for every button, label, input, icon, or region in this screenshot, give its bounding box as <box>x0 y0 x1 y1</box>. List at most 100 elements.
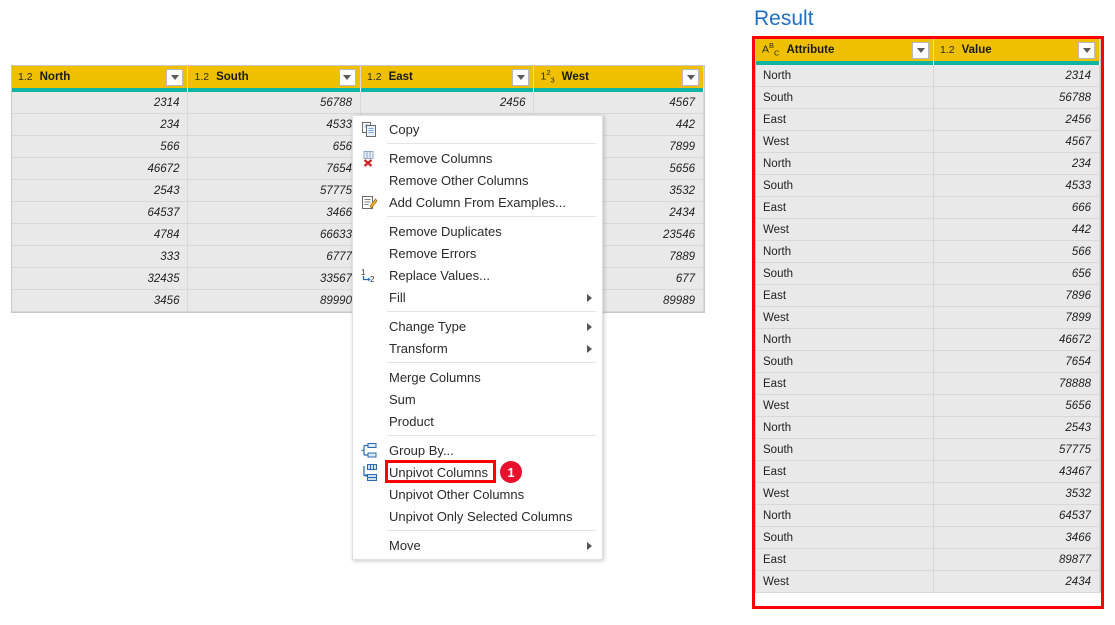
result-cell[interactable]: 656 <box>934 263 1100 284</box>
result-cell[interactable]: 2314 <box>934 65 1100 86</box>
result-table-row[interactable]: North234 <box>756 153 1100 175</box>
result-cell[interactable]: South <box>756 175 934 196</box>
menu-item-add-column-from-examples[interactable]: Add Column From Examples... <box>353 191 602 213</box>
source-cell[interactable]: 3466 <box>188 202 361 223</box>
result-table-row[interactable]: West442 <box>756 219 1100 241</box>
result-cell[interactable]: East <box>756 285 934 306</box>
result-cell[interactable]: North <box>756 417 934 438</box>
result-table-row[interactable]: East2456 <box>756 109 1100 131</box>
result-table-row[interactable]: East666 <box>756 197 1100 219</box>
result-cell[interactable]: 7654 <box>934 351 1100 372</box>
source-cell[interactable]: 4784 <box>12 224 188 245</box>
menu-item-group-by[interactable]: Group By... <box>353 439 602 461</box>
result-cell[interactable]: 3532 <box>934 483 1100 504</box>
menu-item-remove-errors[interactable]: Remove Errors <box>353 242 602 264</box>
source-cell[interactable]: 32435 <box>12 268 188 289</box>
filter-dropdown-icon-north[interactable] <box>166 69 183 86</box>
result-cell[interactable]: 89877 <box>934 549 1100 570</box>
menu-item-remove-other-columns[interactable]: Remove Other Columns <box>353 169 602 191</box>
result-cell[interactable]: West <box>756 395 934 416</box>
menu-item-copy[interactable]: Copy <box>353 118 602 140</box>
result-cell[interactable]: 46672 <box>934 329 1100 350</box>
result-cell[interactable]: 5656 <box>934 395 1100 416</box>
column-context-menu[interactable]: Copy Remove ColumnsRemove Other ColumnsAd… <box>352 115 603 560</box>
result-cell[interactable]: East <box>756 461 934 482</box>
result-table-row[interactable]: West5656 <box>756 395 1100 417</box>
filter-dropdown-icon-west[interactable] <box>682 69 699 86</box>
result-cell[interactable]: 566 <box>934 241 1100 262</box>
result-table-row[interactable]: South56788 <box>756 87 1100 109</box>
source-cell[interactable]: 33567 <box>188 268 361 289</box>
result-table-row[interactable]: North566 <box>756 241 1100 263</box>
source-cell[interactable]: 2314 <box>12 92 188 113</box>
result-cell[interactable]: 3466 <box>934 527 1100 548</box>
result-cell[interactable]: East <box>756 549 934 570</box>
result-cell[interactable]: South <box>756 439 934 460</box>
result-cell[interactable]: West <box>756 219 934 240</box>
source-cell[interactable]: 2456 <box>361 92 535 113</box>
filter-dropdown-icon-value[interactable] <box>1078 42 1095 59</box>
result-cell[interactable]: 442 <box>934 219 1100 240</box>
source-cell[interactable]: 57775 <box>188 180 361 201</box>
source-cell[interactable]: 2543 <box>12 180 188 201</box>
result-cell[interactable]: South <box>756 263 934 284</box>
menu-item-change-type[interactable]: Change Type <box>353 315 602 337</box>
result-cell[interactable]: 2434 <box>934 571 1100 592</box>
result-cell[interactable]: 43467 <box>934 461 1100 482</box>
result-data-grid[interactable]: ABCAttribute1.2Value North2314South56788… <box>755 39 1101 593</box>
result-cell[interactable]: West <box>756 131 934 152</box>
menu-item-merge-columns[interactable]: Merge Columns <box>353 366 602 388</box>
menu-item-unpivot-other-columns[interactable]: Unpivot Other Columns <box>353 483 602 505</box>
menu-item-sum[interactable]: Sum <box>353 388 602 410</box>
result-cell[interactable]: 57775 <box>934 439 1100 460</box>
result-cell[interactable]: West <box>756 483 934 504</box>
menu-item-unpivot-only-selected-columns[interactable]: Unpivot Only Selected Columns <box>353 505 602 527</box>
source-column-header-south[interactable]: 1.2South <box>188 66 361 88</box>
source-cell[interactable]: 7654 <box>188 158 361 179</box>
result-cell[interactable]: 64537 <box>934 505 1100 526</box>
filter-dropdown-icon-attribute[interactable] <box>912 42 929 59</box>
result-cell[interactable]: 2456 <box>934 109 1100 130</box>
result-table-row[interactable]: East43467 <box>756 461 1100 483</box>
source-cell[interactable]: 56788 <box>188 92 361 113</box>
menu-item-fill[interactable]: Fill <box>353 286 602 308</box>
result-cell[interactable]: North <box>756 153 934 174</box>
result-table-row[interactable]: South4533 <box>756 175 1100 197</box>
source-cell[interactable]: 4567 <box>534 92 704 113</box>
source-column-header-west[interactable]: 123West <box>534 66 704 88</box>
menu-item-product[interactable]: Product <box>353 410 602 432</box>
result-table-row[interactable]: West3532 <box>756 483 1100 505</box>
source-cell[interactable]: 656 <box>188 136 361 157</box>
menu-item-remove-columns[interactable]: Remove Columns <box>353 147 602 169</box>
result-table-row[interactable]: North46672 <box>756 329 1100 351</box>
menu-item-unpivot-columns[interactable]: Unpivot Columns <box>353 461 602 483</box>
result-cell[interactable]: 234 <box>934 153 1100 174</box>
result-table-row[interactable]: West4567 <box>756 131 1100 153</box>
result-table-row[interactable]: West7899 <box>756 307 1100 329</box>
result-table-row[interactable]: South7654 <box>756 351 1100 373</box>
result-table-row[interactable]: East78888 <box>756 373 1100 395</box>
result-table-row[interactable]: North64537 <box>756 505 1100 527</box>
result-cell[interactable]: West <box>756 307 934 328</box>
result-cell[interactable]: North <box>756 329 934 350</box>
filter-dropdown-icon-south[interactable] <box>339 69 356 86</box>
source-cell[interactable]: 3456 <box>12 290 188 311</box>
source-cell[interactable]: 64537 <box>12 202 188 223</box>
source-cell[interactable]: 234 <box>12 114 188 135</box>
source-column-header-north[interactable]: 1.2North <box>12 66 188 88</box>
menu-item-replace-values[interactable]: 12Replace Values... <box>353 264 602 286</box>
result-cell[interactable]: 7899 <box>934 307 1100 328</box>
result-cell[interactable]: 4567 <box>934 131 1100 152</box>
source-cell[interactable]: 66633 <box>188 224 361 245</box>
result-cell[interactable]: 2543 <box>934 417 1100 438</box>
result-cell[interactable]: 666 <box>934 197 1100 218</box>
source-cell[interactable]: 333 <box>12 246 188 267</box>
result-cell[interactable]: 56788 <box>934 87 1100 108</box>
result-cell[interactable]: East <box>756 197 934 218</box>
source-cell[interactable]: 89990 <box>188 290 361 311</box>
filter-dropdown-icon-east[interactable] <box>512 69 529 86</box>
source-column-header-east[interactable]: 1.2East <box>361 66 535 88</box>
source-cell[interactable]: 566 <box>12 136 188 157</box>
result-cell[interactable]: 7896 <box>934 285 1100 306</box>
result-table-row[interactable]: South656 <box>756 263 1100 285</box>
